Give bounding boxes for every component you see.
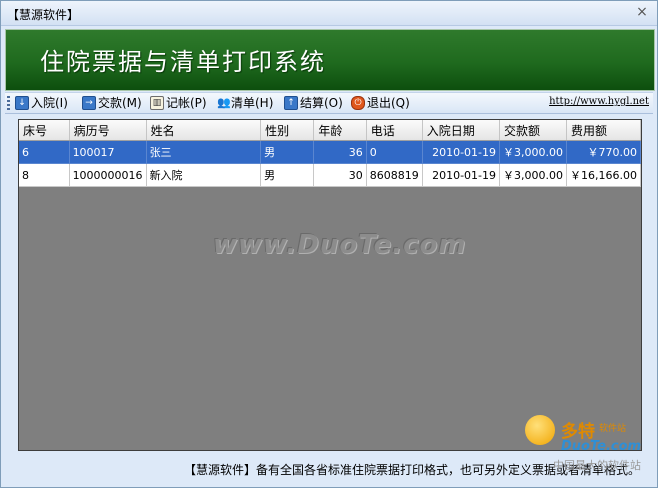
exit-icon: ⏻ [351,96,365,110]
exit-button[interactable]: ⏻ 退出(Q) [351,95,410,111]
admit-button[interactable]: ↓ 入院(I) [15,95,68,111]
cell-phone[interactable]: 0 [366,140,423,164]
payment-button[interactable]: → 交款(M) [82,95,142,111]
cell-name[interactable]: 张三 [146,140,262,164]
cell-bed[interactable]: 8 [19,163,70,187]
payment-label: 交款(M) [98,96,142,110]
cell-name[interactable]: 新入院 [146,163,262,187]
window-title: 【慧源软件】 [7,8,80,22]
settle-icon: ↑ [284,96,298,110]
banner: 住院票据与清单打印系统 [5,29,655,91]
cell-admit-date[interactable]: 2010-01-19 [422,163,501,187]
cell-record[interactable]: 100017 [69,140,147,164]
cell-admit-date[interactable]: 2010-01-19 [422,140,501,164]
header-row: 床号 病历号 姓名 性别 年龄 电话 入院日期 交款额 费用额 [19,120,641,141]
list-label: 清单(H) [231,96,274,110]
exit-label: 退出(Q) [367,96,410,110]
col-admit-date[interactable]: 入院日期 [422,120,501,141]
toolbar-grip-icon[interactable] [7,96,10,110]
cell-gender[interactable]: 男 [260,163,315,187]
patient-table: 床号 病历号 姓名 性别 年龄 电话 入院日期 交款额 费用额 6 100017… [19,120,641,187]
col-name[interactable]: 姓名 [146,120,262,141]
people-list-icon: 👥 [217,96,231,109]
settle-label: 结算(O) [300,96,343,110]
settle-button[interactable]: ↑ 结算(O) [284,95,343,111]
cell-phone[interactable]: 8608819 [366,163,423,187]
title-bar[interactable]: 【慧源软件】 × [1,1,657,26]
payment-icon: → [82,96,96,110]
col-age[interactable]: 年龄 [313,120,367,141]
cell-paid[interactable]: ￥3,000.00 [499,140,567,164]
cell-cost[interactable]: ￥16,166.00 [566,163,641,187]
app-window: 【慧源软件】 × 住院票据与清单打印系统 ↓ 入院(I) → 交款(M) ▥ 记… [0,0,658,488]
ledger-button[interactable]: ▥ 记帐(P) [150,95,207,111]
col-paid[interactable]: 交款额 [499,120,567,141]
admit-label: 入院(I) [31,96,68,110]
logo-sub: 软件站 [599,424,627,434]
cell-bed[interactable]: 6 [19,140,70,164]
ledger-label: 记帐(P) [166,96,207,110]
cell-gender[interactable]: 男 [260,140,315,164]
close-button[interactable]: × [635,5,649,19]
mascot-icon [525,415,555,445]
cell-cost[interactable]: ￥770.00 [566,140,641,164]
logo-tagline: 中国最大的软件站 [553,459,641,472]
ledger-book-icon: ▥ [150,96,164,110]
cell-age[interactable]: 36 [313,140,367,164]
col-bed[interactable]: 床号 [19,120,70,141]
col-gender[interactable]: 性别 [260,120,315,141]
table-row[interactable]: 8 1000000016 新入院 男 30 8608819 2010-01-19… [19,163,641,187]
col-phone[interactable]: 电话 [366,120,423,141]
toolbar: ↓ 入院(I) → 交款(M) ▥ 记帐(P) 👥 清单(H) ↑ 结算(O) … [5,92,653,114]
admit-icon: ↓ [15,96,29,110]
watermark: www.DuoTe.com [213,230,467,260]
logo-en: DuoTe.com [561,439,642,454]
patient-grid[interactable]: 床号 病历号 姓名 性别 年龄 电话 入院日期 交款额 费用额 6 100017… [18,119,642,451]
col-cost[interactable]: 费用额 [566,120,641,141]
cell-paid[interactable]: ￥3,000.00 [499,163,567,187]
website-link[interactable]: http://www.hygl.net [549,96,649,107]
table-row[interactable]: 6 100017 张三 男 36 0 2010-01-19 ￥3,000.00 … [19,140,641,164]
list-button[interactable]: 👥 清单(H) [217,95,273,111]
col-record[interactable]: 病历号 [69,120,147,141]
cell-age[interactable]: 30 [313,163,367,187]
banner-title: 住院票据与清单打印系统 [40,48,326,76]
duote-logo: 多特 软件站 DuoTe.com 中国最大的软件站 [523,409,653,479]
cell-record[interactable]: 1000000016 [69,163,147,187]
